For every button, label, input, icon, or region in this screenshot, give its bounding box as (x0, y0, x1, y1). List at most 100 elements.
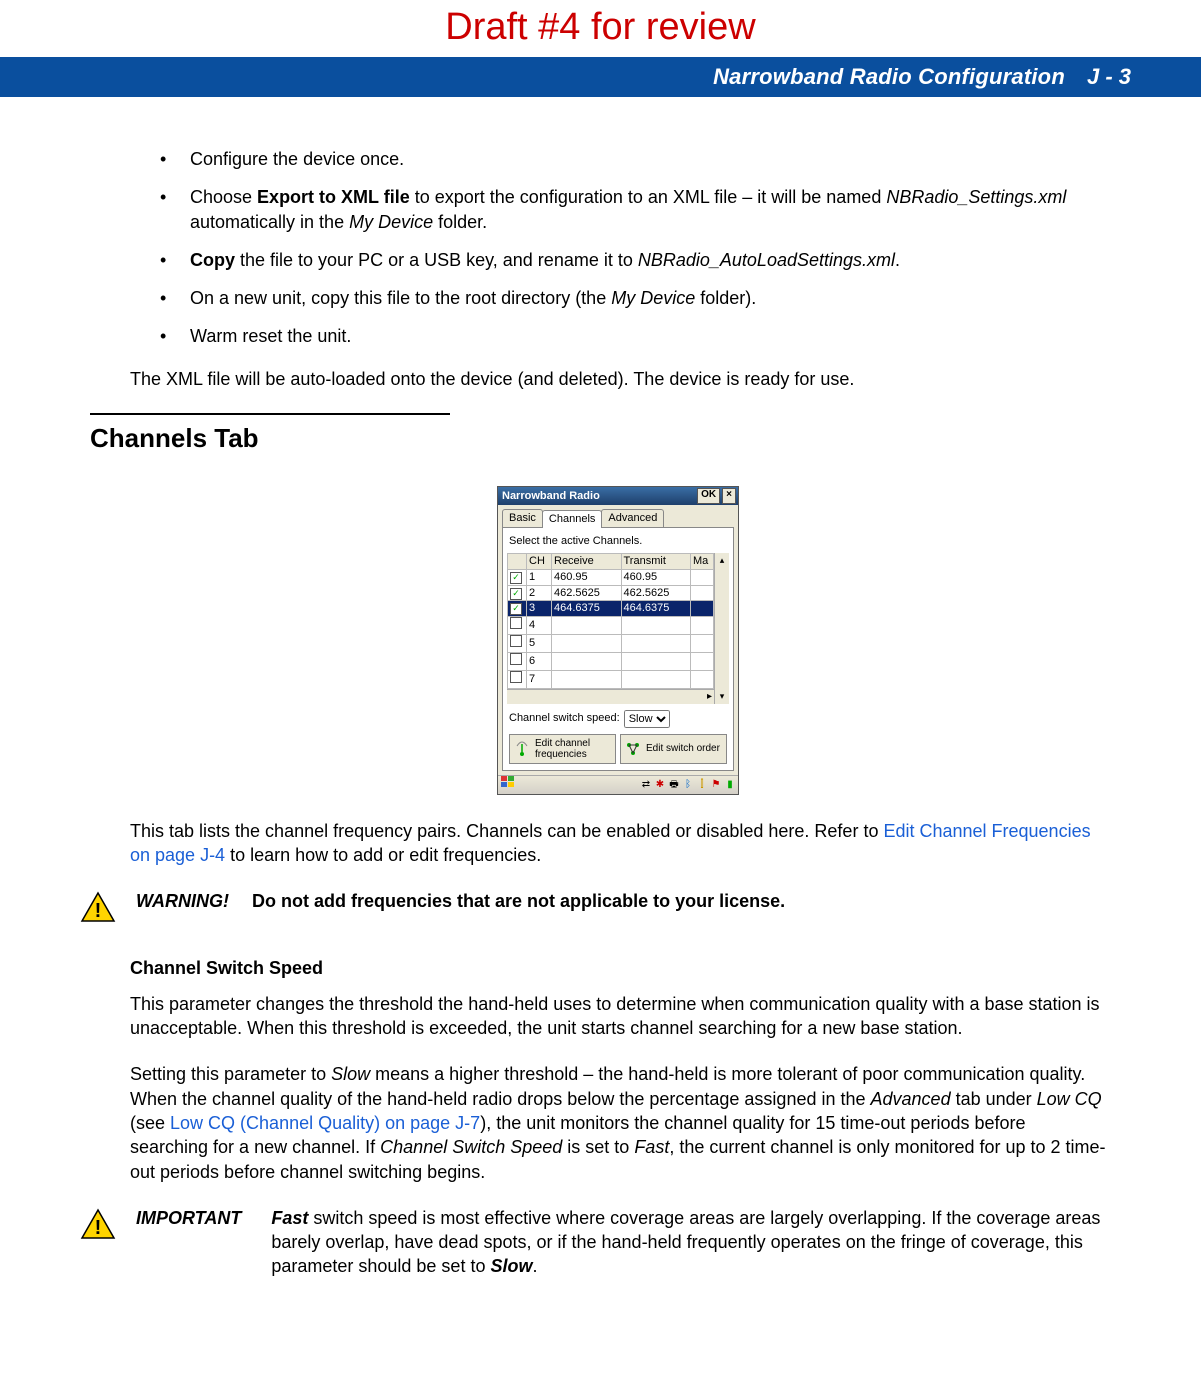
list-text-italic: My Device (611, 288, 695, 308)
tab-channels[interactable]: Channels (542, 510, 602, 528)
cell: 462.5625 (621, 585, 691, 601)
list-text-italic: NBRadio_AutoLoadSettings.xml (638, 250, 895, 270)
checkbox-icon[interactable]: ✓ (510, 588, 522, 600)
col-check (508, 553, 527, 569)
list-item: On a new unit, copy this file to the roo… (160, 286, 1106, 310)
checkbox-icon[interactable]: ✓ (510, 603, 522, 615)
cell (691, 601, 714, 617)
checkbox-icon[interactable] (510, 671, 522, 683)
antenna-icon (513, 740, 531, 758)
tab-panel: Select the active Channels. CH Receive T… (502, 527, 734, 771)
horizontal-scrollbar[interactable]: ▸ (507, 689, 714, 704)
checkbox-icon[interactable] (510, 617, 522, 629)
list-text: Warm reset the unit. (190, 326, 351, 346)
button-label: Edit channel frequencies (535, 738, 612, 760)
cell-checkbox[interactable] (508, 617, 527, 635)
cell: 2 (527, 585, 552, 601)
col-ma: Ma (691, 553, 714, 569)
text-italic: Fast (634, 1137, 669, 1157)
checkbox-icon[interactable] (510, 635, 522, 647)
warning-icon: ! (80, 891, 116, 929)
close-button[interactable]: × (722, 488, 736, 504)
cell (691, 617, 714, 635)
col-ch: CH (527, 553, 552, 569)
important-message: Fast switch speed is most effective wher… (271, 1206, 1106, 1279)
link-low-cq[interactable]: Low CQ (Channel Quality) on page J-7 (170, 1113, 480, 1133)
text-bold-italic: Slow (490, 1256, 532, 1276)
cell-checkbox[interactable] (508, 670, 527, 688)
text-italic: Slow (331, 1064, 370, 1084)
cell-checkbox[interactable] (508, 652, 527, 670)
list-item: Copy the file to your PC or a USB key, a… (160, 248, 1106, 272)
text: (see (130, 1113, 170, 1133)
button-label: Edit switch order (646, 743, 720, 754)
cell (552, 617, 622, 635)
cell: 7 (527, 670, 552, 688)
paragraph: The XML file will be auto-loaded onto th… (130, 367, 1106, 391)
list-text: the file to your PC or a USB key, and re… (235, 250, 638, 270)
text-bold-italic: Fast (271, 1208, 308, 1228)
tray-icon[interactable]: ⇄ (640, 778, 652, 792)
table-row[interactable]: 5 (508, 635, 714, 653)
subheading: Channel Switch Speed (130, 956, 1106, 980)
list-text: folder. (433, 212, 487, 232)
page-header-number: J - 3 (1087, 64, 1131, 90)
list-text: . (895, 250, 900, 270)
list-item: Configure the device once. (160, 147, 1106, 171)
cell-checkbox[interactable]: ✓ (508, 585, 527, 601)
cell-checkbox[interactable] (508, 635, 527, 653)
scroll-down-icon[interactable]: ▾ (720, 690, 725, 702)
cell (552, 635, 622, 653)
cell-checkbox[interactable]: ✓ (508, 569, 527, 585)
scroll-right-icon[interactable]: ▸ (707, 690, 712, 704)
table-row[interactable]: 7 (508, 670, 714, 688)
switch-speed-label: Channel switch speed: (509, 711, 620, 726)
screenshot-container: Narrowband Radio OK × Basic Channels Adv… (130, 486, 1106, 794)
table-row[interactable]: 6 (508, 652, 714, 670)
switch-speed-select[interactable]: Slow (624, 710, 670, 728)
tray-battery-icon[interactable]: ▮ (724, 778, 736, 792)
table-row[interactable]: ✓1460.95460.95 (508, 569, 714, 585)
important-callout: ! IMPORTANT Fast switch speed is most ef… (80, 1206, 1106, 1279)
checkbox-icon[interactable]: ✓ (510, 572, 522, 584)
list-text: to export the configuration to an XML fi… (410, 187, 887, 207)
table-row[interactable]: ✓2462.5625462.5625 (508, 585, 714, 601)
text-italic: Advanced (871, 1089, 951, 1109)
list-text-bold: Export to XML file (257, 187, 410, 207)
cell: 3 (527, 601, 552, 617)
cell: 464.6375 (621, 601, 691, 617)
cell (621, 635, 691, 653)
warning-body: WARNING! Do not add frequencies that are… (136, 889, 785, 913)
table-row[interactable]: ✓3464.6375464.6375 (508, 601, 714, 617)
ok-button[interactable]: OK (697, 488, 720, 504)
paragraph: Setting this parameter to Slow means a h… (130, 1062, 1106, 1183)
scroll-up-icon[interactable]: ▴ (720, 554, 725, 566)
vertical-scrollbar[interactable]: ▴ ▾ (714, 553, 729, 704)
window-titlebar: Narrowband Radio OK × (498, 487, 738, 505)
warning-callout: ! WARNING! Do not add frequencies that a… (80, 889, 1106, 929)
start-icon[interactable] (500, 775, 516, 794)
bullet-list: Configure the device once. Choose Export… (160, 147, 1106, 349)
tray-bluetooth-icon[interactable]: ᛒ (682, 778, 694, 792)
tray-icon[interactable]: ✱ (654, 778, 666, 792)
checkbox-icon[interactable] (510, 653, 522, 665)
cell (691, 585, 714, 601)
warning-label: WARNING! (136, 891, 229, 911)
panel-instruction: Select the active Channels. (509, 534, 727, 549)
text-italic: Channel Switch Speed (380, 1137, 562, 1157)
tray-icon[interactable]: ⚑ (710, 778, 722, 792)
edit-order-button[interactable]: Edit switch order (620, 734, 727, 764)
edit-frequencies-button[interactable]: Edit channel frequencies (509, 734, 616, 764)
taskbar: ⇄ ✱ 🖶 ᛒ ⫿ ⚑ ▮ (498, 775, 738, 794)
button-row: Edit channel frequencies Edit switch ord… (507, 734, 729, 766)
channels-table: CH Receive Transmit Ma ✓1460.95460.95✓24… (507, 553, 714, 689)
tab-advanced[interactable]: Advanced (601, 509, 664, 527)
text: is set to (562, 1137, 634, 1157)
text-italic: Low CQ (1037, 1089, 1102, 1109)
tab-basic[interactable]: Basic (502, 509, 543, 527)
table-row[interactable]: 4 (508, 617, 714, 635)
tray-icon[interactable]: 🖶 (668, 778, 680, 792)
cell-checkbox[interactable]: ✓ (508, 601, 527, 617)
tray-signal-icon[interactable]: ⫿ (696, 778, 708, 792)
page-header-bar: Narrowband Radio Configuration J - 3 (0, 57, 1201, 97)
